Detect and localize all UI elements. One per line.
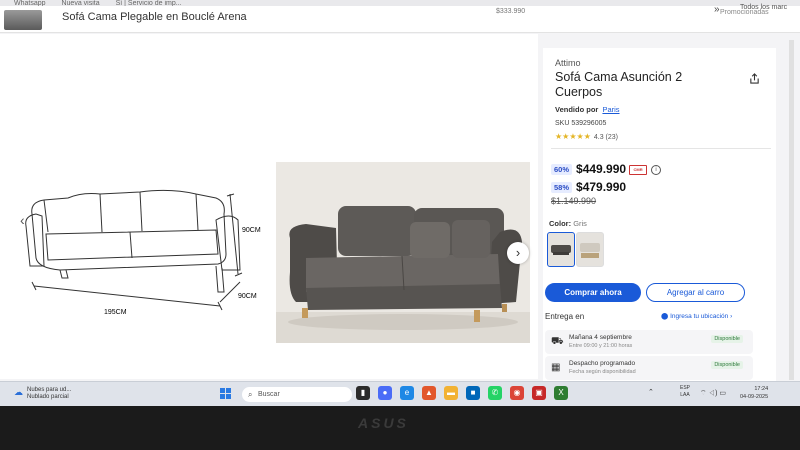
sticky-product-title[interactable]: Sofá Cama Plegable en Bouclé Arena bbox=[62, 11, 247, 23]
buy-now-button[interactable]: Comprar ahora bbox=[545, 283, 641, 302]
width-dimension: 195CM bbox=[104, 309, 127, 316]
product-title: Sofá Cama Asunción 2 Cuerpos bbox=[555, 70, 683, 99]
cmr-price-row: 60% $449.990 CMR i bbox=[551, 162, 662, 176]
language-indicator[interactable]: ESP LAA bbox=[680, 385, 690, 399]
edge-icon[interactable]: e bbox=[400, 386, 414, 400]
divider bbox=[551, 148, 771, 149]
cmr-price: $449.990 bbox=[576, 162, 627, 176]
delivery-label: Entrega en bbox=[545, 312, 585, 321]
task-view-icon[interactable]: ▮ bbox=[356, 386, 370, 400]
whatsapp-icon[interactable]: ✆ bbox=[488, 386, 502, 400]
windows-taskbar: ☁ Nubes para ud... Nublado parcial ⌕ Bus… bbox=[0, 381, 800, 406]
seller-link[interactable]: Paris bbox=[602, 105, 619, 114]
product-info-panel: Attimo Sofá Cama Asunción 2 Cuerpos Vend… bbox=[543, 48, 776, 388]
weather-icon: ☁ bbox=[14, 387, 23, 397]
sold-by-label: Vendido por bbox=[555, 105, 599, 114]
internet-price: $479.990 bbox=[576, 180, 627, 194]
windows-start-icon[interactable] bbox=[220, 388, 232, 400]
seller-info: Vendido por Paris bbox=[555, 105, 620, 114]
app-icon[interactable]: ▣ bbox=[532, 386, 546, 400]
add-to-cart-button[interactable]: Agregar al carro bbox=[646, 283, 745, 302]
color-selector-label: Color: Gris bbox=[549, 219, 587, 228]
bezel-logo: ASUS bbox=[358, 415, 409, 431]
delivery-option[interactable]: ⛟ Mañana 4 septiembre Entre 09:00 y 21:0… bbox=[545, 330, 753, 354]
internet-price-row: 58% $479.990 bbox=[551, 180, 626, 194]
network-volume-battery-icon[interactable]: ⌔ ◁) ▭ bbox=[700, 389, 726, 398]
sticky-product-bar: Sofá Cama Plegable en Bouclé Arena $333.… bbox=[0, 4, 800, 33]
color-swatch-alt[interactable] bbox=[576, 232, 604, 267]
gallery-next-arrow[interactable]: › bbox=[507, 242, 529, 264]
original-price: $1.149.990 bbox=[551, 196, 597, 206]
excel-icon[interactable]: X bbox=[554, 386, 568, 400]
sticky-product-thumbnail[interactable] bbox=[4, 10, 42, 30]
depth-dimension: 90CM bbox=[238, 293, 257, 300]
delivery-option[interactable]: ▦ Despacho programado Fecha según dispon… bbox=[545, 356, 753, 380]
product-sku: SKU 539296005 bbox=[555, 120, 607, 127]
rating-stars-icon: ★★★★★ bbox=[555, 132, 591, 141]
taskbar-search[interactable]: ⌕ Buscar bbox=[242, 387, 352, 402]
rating-text: 4.3 (23) bbox=[593, 134, 618, 141]
discount-badge: 58% bbox=[551, 182, 573, 194]
status-badge: Disponible bbox=[711, 335, 743, 343]
rating[interactable]: ★★★★★ 4.3 (23) bbox=[555, 132, 618, 141]
share-icon[interactable] bbox=[749, 73, 760, 87]
chevron-more-icon[interactable]: » bbox=[714, 4, 720, 15]
promo-label: Promocionadas bbox=[720, 9, 769, 16]
page-scrollbar[interactable] bbox=[789, 40, 794, 380]
height-dimension: 90CM bbox=[242, 227, 261, 234]
location-link[interactable]: ⬤ Ingresa tu ubicación › bbox=[661, 312, 732, 320]
sofa-photo[interactable] bbox=[276, 162, 530, 343]
sticky-price: $333.990 bbox=[496, 8, 526, 15]
search-icon: ⌕ bbox=[248, 390, 253, 399]
location-pin-icon: ⬤ bbox=[661, 313, 669, 320]
product-gallery: ‹ 90CM 90CM 195CM › bbox=[0, 34, 538, 379]
weather-widget[interactable]: ☁ Nubes para ud... Nublado parcial bbox=[14, 387, 71, 401]
tray-chevron-icon[interactable]: ⌃ bbox=[648, 388, 654, 396]
store-icon[interactable]: ■ bbox=[466, 386, 480, 400]
teams-icon[interactable]: ● bbox=[378, 386, 392, 400]
selected-color: Gris bbox=[573, 219, 587, 228]
screen: Whatsapp Nueva visita Sí | Servicio de i… bbox=[0, 0, 800, 406]
calendar-icon: ▦ bbox=[551, 362, 561, 373]
card-icon: CMR bbox=[629, 164, 648, 175]
truck-icon: ⛟ bbox=[551, 336, 564, 347]
info-icon[interactable]: i bbox=[651, 164, 662, 175]
office-icon[interactable]: ▲ bbox=[422, 386, 436, 400]
chrome-icon[interactable]: ◉ bbox=[510, 386, 524, 400]
discount-badge: 60% bbox=[551, 164, 573, 176]
status-badge: Disponible bbox=[711, 361, 743, 369]
folder-icon[interactable]: ▬ bbox=[444, 386, 458, 400]
product-brand[interactable]: Attimo bbox=[555, 58, 581, 68]
sofa-dimension-diagram: 90CM 90CM 195CM bbox=[25, 189, 261, 316]
taskbar-clock[interactable]: 17:24 04-09-2025 bbox=[740, 385, 768, 401]
color-swatch-gris[interactable] bbox=[547, 232, 575, 267]
